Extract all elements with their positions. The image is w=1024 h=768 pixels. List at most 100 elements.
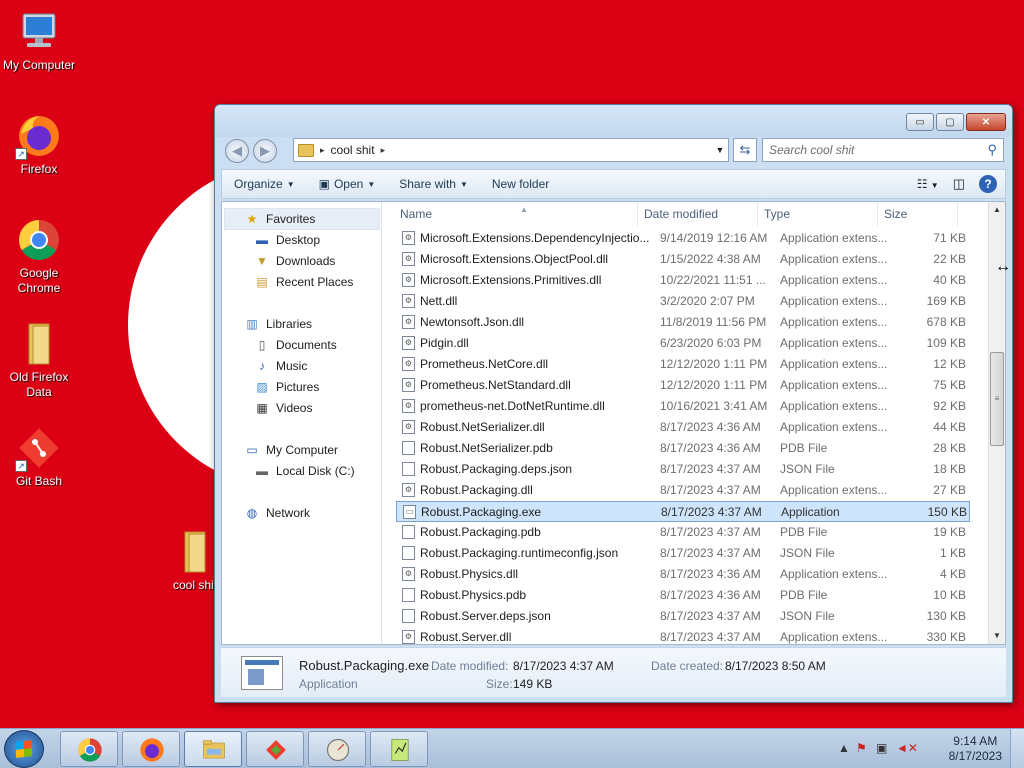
search-icon[interactable]: ⚲ — [987, 142, 997, 158]
file-size: 4 KB — [939, 567, 966, 581]
minimize-button[interactable]: ▭ — [906, 113, 934, 131]
nav-local-disk[interactable]: ▬ Local Disk (C:) — [254, 464, 355, 478]
taskbar-gauge-app[interactable] — [308, 731, 366, 767]
file-size: 678 KB — [926, 315, 966, 329]
file-row[interactable]: Robust.Packaging.pdb 8/17/2023 4:37 AM PDB… — [396, 522, 970, 543]
search-box[interactable]: ⚲ — [762, 138, 1004, 162]
start-button[interactable] — [4, 730, 44, 768]
title-bar[interactable]: ▭ ▢ ✕ — [215, 105, 1012, 137]
nav-documents[interactable]: ▯ Documents — [254, 338, 337, 352]
column-header-name[interactable]: ▲ Name — [382, 202, 638, 226]
search-input[interactable] — [763, 139, 973, 161]
show-hidden-icons-icon[interactable]: ▲ — [838, 741, 850, 755]
scroll-thumb[interactable]: ≡ — [990, 352, 1004, 446]
file-row[interactable]: Robust.Server.deps.json 8/17/2023 4:37 AM… — [396, 606, 970, 627]
file-row[interactable]: ⚙ prometheus-net.DotNetRuntime.dll 10/16/2… — [396, 396, 970, 417]
nav-my-computer[interactable]: ▭ My Computer — [244, 443, 338, 457]
file-name: Prometheus.NetStandard.dll — [420, 378, 571, 392]
scroll-down-icon[interactable]: ▼ — [989, 628, 1005, 644]
open-button[interactable]: ▣ Open ▼ — [307, 177, 388, 191]
file-size: 27 KB — [933, 483, 966, 497]
nav-videos[interactable]: ▦ Videos — [254, 401, 312, 415]
breadcrumb-separator-icon[interactable]: ▸ — [381, 145, 386, 156]
column-header-size[interactable]: Size — [878, 202, 958, 226]
file-row[interactable]: ⚙ Newtonsoft.Json.dll 11/8/2019 11:56 PM Ap… — [396, 312, 970, 333]
dll-file-icon: ⚙ — [402, 294, 415, 308]
file-row[interactable]: ⚙ Pidgin.dll 6/23/2020 6:03 PM Application … — [396, 333, 970, 354]
nav-recent-places[interactable]: ▤ Recent Places — [254, 275, 353, 289]
organize-button[interactable]: Organize ▼ — [222, 177, 307, 191]
maximize-button[interactable]: ▢ — [936, 113, 964, 131]
desktop-icon-my-computer[interactable]: My Computer — [0, 8, 78, 73]
breadcrumb-cool-shit[interactable]: cool shit — [331, 143, 375, 157]
file-row[interactable]: ⚙ Microsoft.Extensions.DependencyInjectio… — [396, 228, 970, 249]
file-date-modified: 8/17/2023 4:37 AM — [660, 525, 761, 539]
dll-file-icon: ⚙ — [402, 315, 415, 329]
git-icon: ↗ — [15, 424, 63, 472]
file-type: JSON File — [780, 546, 835, 560]
scroll-up-icon[interactable]: ▲ — [989, 202, 1005, 218]
file-size: 40 KB — [933, 273, 966, 287]
details-date-created: 8/17/2023 8:50 AM — [725, 659, 826, 673]
taskbar-git[interactable] — [246, 731, 304, 767]
file-date-modified: 10/22/2021 11:51 ... — [660, 273, 766, 287]
nav-music[interactable]: ♪ Music — [254, 359, 307, 373]
file-row[interactable]: ⚙ Nett.dll 3/2/2020 2:07 PM Application ext… — [396, 291, 970, 312]
details-pane: Robust.Packaging.exe Application Date mo… — [221, 647, 1006, 697]
show-desktop-button[interactable] — [1010, 729, 1024, 768]
address-bar[interactable]: ▸ cool shit ▸ ▼ — [293, 138, 729, 162]
nav-pictures[interactable]: ▨ Pictures — [254, 380, 319, 394]
file-date-modified: 10/16/2021 3:41 AM — [660, 399, 768, 413]
forward-button[interactable]: ▶ — [253, 139, 277, 163]
file-date-modified: 8/17/2023 4:37 AM — [660, 546, 761, 560]
column-header-type[interactable]: Type — [758, 202, 878, 226]
back-button[interactable]: ◀ — [225, 139, 249, 163]
file-row[interactable]: ⚙ Robust.Server.dll 8/17/2023 4:37 AM Appli… — [396, 627, 970, 644]
file-type: Application extens... — [780, 378, 888, 392]
desktop-icon-firefox[interactable]: ↗ Firefox — [0, 112, 78, 177]
file-row[interactable]: Robust.Packaging.runtimeconfig.json 8/17/… — [396, 543, 970, 564]
file-row[interactable]: Robust.Physics.pdb 8/17/2023 4:36 AM PDB F… — [396, 585, 970, 606]
clock[interactable]: 9:14 AM 8/17/2023 — [949, 734, 1002, 764]
folder-icon — [171, 528, 219, 576]
desktop-icon-google-chrome[interactable]: Google Chrome — [0, 216, 78, 296]
file-type: Application extens... — [780, 630, 888, 644]
file-row[interactable]: ⚙ Prometheus.NetCore.dll 12/12/2020 1:11 P… — [396, 354, 970, 375]
taskbar-explorer[interactable] — [184, 731, 242, 767]
network-tray-icon[interactable]: ▣ — [876, 741, 887, 755]
file-row[interactable]: ⚙ Microsoft.Extensions.Primitives.dll 10/2… — [396, 270, 970, 291]
taskbar-firefox[interactable] — [122, 731, 180, 767]
volume-muted-icon[interactable]: ◄✕ — [896, 741, 918, 755]
file-row[interactable]: ⚙ Prometheus.NetStandard.dll 12/12/2020 1:… — [396, 375, 970, 396]
nav-network[interactable]: ◍ Network — [244, 506, 310, 520]
computer-icon — [15, 8, 63, 56]
command-bar: Organize ▼ ▣ Open ▼ Share with ▼ New fol… — [221, 169, 1006, 199]
column-header-date-modified[interactable]: Date modified — [638, 202, 758, 226]
file-row[interactable]: ▭ Robust.Packaging.exe 8/17/2023 4:37 AM Ap… — [396, 501, 970, 522]
view-options-button[interactable]: ☷ ▼ — [917, 177, 939, 191]
nav-libraries[interactable]: ▥ Libraries — [244, 317, 312, 331]
new-folder-button[interactable]: New folder — [480, 177, 561, 191]
file-row[interactable]: Robust.Packaging.deps.json 8/17/2023 4:37… — [396, 459, 970, 480]
file-row[interactable]: ⚙ Microsoft.Extensions.ObjectPool.dll 1/15… — [396, 249, 970, 270]
nav-downloads[interactable]: ▼ Downloads — [254, 254, 335, 268]
desktop-icon-old-firefox-data[interactable]: Old Firefox Data — [0, 320, 78, 400]
close-button[interactable]: ✕ — [966, 113, 1006, 131]
taskbar-chrome[interactable] — [60, 731, 118, 767]
file-row[interactable]: ⚙ Robust.NetSerializer.dll 8/17/2023 4:36 … — [396, 417, 970, 438]
nav-favorites[interactable]: ★ Favorites — [244, 212, 316, 226]
help-icon[interactable]: ? — [979, 175, 997, 193]
file-row[interactable]: ⚙ Robust.Packaging.dll 8/17/2023 4:37 AM Ap… — [396, 480, 970, 501]
chevron-down-icon[interactable]: ▼ — [712, 145, 728, 155]
file-type: Application extens... — [780, 420, 888, 434]
file-row[interactable]: ⚙ Robust.Physics.dll 8/17/2023 4:36 AM Appl… — [396, 564, 970, 585]
preview-pane-icon[interactable]: ◫ — [953, 176, 965, 192]
nav-desktop[interactable]: ▬ Desktop — [254, 233, 320, 247]
file-type: Application extens... — [780, 483, 888, 497]
refresh-button[interactable]: ⇆ — [733, 138, 757, 162]
action-center-icon[interactable]: ⚑ — [856, 741, 867, 755]
desktop-icon-git-bash[interactable]: ↗ Git Bash — [0, 424, 78, 489]
file-row[interactable]: Robust.NetSerializer.pdb 8/17/2023 4:36 A… — [396, 438, 970, 459]
share-with-button[interactable]: Share with ▼ — [387, 177, 480, 191]
taskbar-notepad[interactable] — [370, 731, 428, 767]
